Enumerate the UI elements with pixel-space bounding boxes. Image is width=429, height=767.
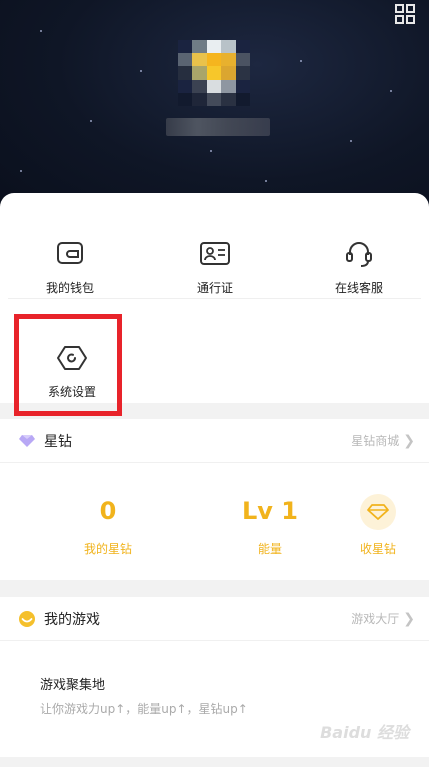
chevron-right-icon: ❯ xyxy=(403,432,415,449)
energy-level-value: Lv 1 xyxy=(242,497,298,525)
my-games-header: 我的游戏 游戏大厅 ❯ xyxy=(0,597,429,641)
collect-star-diamond-label: 收星钻 xyxy=(359,542,396,556)
game-hub-title[interactable]: 游戏聚集地 xyxy=(40,674,105,693)
collect-star-diamond-button[interactable]: 收星钻 xyxy=(333,494,423,557)
nickname-blurred xyxy=(166,118,270,136)
profile-header xyxy=(0,0,429,215)
headset-icon xyxy=(346,242,372,267)
game-face-icon xyxy=(19,610,35,627)
pass-button[interactable]: 通行证 xyxy=(165,239,265,296)
divider xyxy=(8,298,421,299)
energy-label: 能量 xyxy=(257,542,282,556)
diamond-icon xyxy=(19,434,35,447)
watermark-logo: Baidu 经验 xyxy=(320,723,409,742)
energy-stat: Lv 1 能量 xyxy=(225,494,315,557)
system-settings-button[interactable]: 系统设置 xyxy=(22,343,122,400)
id-card-icon xyxy=(200,242,230,265)
my-star-diamond-value: 0 xyxy=(99,497,117,525)
star-diamond-title: 星钻 xyxy=(44,433,72,450)
tools-card: 我的钱包 通行证 在线客服 系统设置 xyxy=(0,193,429,403)
hex-gear-icon xyxy=(57,346,87,370)
star-diamond-panel: 星钻 星钻商城 ❯ 0 我的星钻 Lv 1 能量 收星钻 xyxy=(0,419,429,580)
avatar[interactable] xyxy=(178,40,250,106)
star-diamond-mall-link[interactable]: 星钻商城 xyxy=(351,432,399,449)
star-diamond-header: 星钻 星钻商城 ❯ xyxy=(0,419,429,463)
game-hall-link[interactable]: 游戏大厅 xyxy=(351,610,399,627)
collect-diamond-icon xyxy=(360,494,396,530)
wallet-icon xyxy=(57,242,83,264)
my-star-diamond-stat: 0 我的星钻 xyxy=(63,494,153,557)
wallet-button[interactable]: 我的钱包 xyxy=(20,239,120,296)
customer-service-label: 在线客服 xyxy=(334,281,383,295)
chevron-right-icon: ❯ xyxy=(403,610,415,627)
system-settings-label: 系统设置 xyxy=(47,385,96,399)
qr-code-icon[interactable] xyxy=(395,4,415,24)
pass-label: 通行证 xyxy=(196,281,233,295)
my-star-diamond-label: 我的星钻 xyxy=(83,542,132,556)
game-hub-description: 让你游戏力up↑，能量up↑，星钻up↑ xyxy=(40,702,248,716)
wallet-label: 我的钱包 xyxy=(45,281,94,295)
customer-service-button[interactable]: 在线客服 xyxy=(309,239,409,296)
my-games-title: 我的游戏 xyxy=(44,611,100,628)
